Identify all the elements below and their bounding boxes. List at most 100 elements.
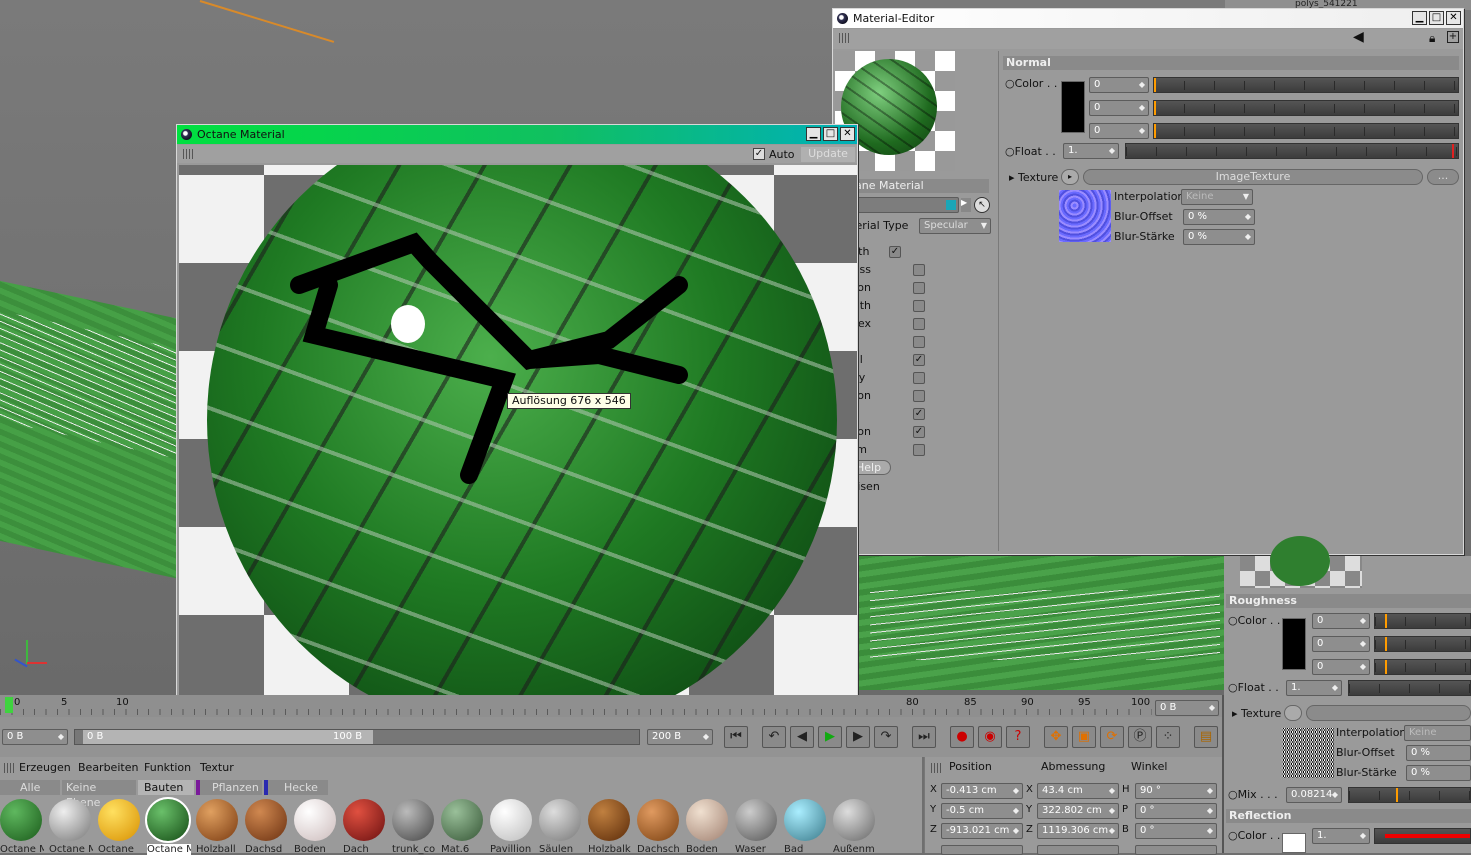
texture-menu-button[interactable]: ▸: [1061, 169, 1079, 185]
channel-checkbox[interactable]: [913, 318, 925, 330]
tab-hecke[interactable]: Hecke: [264, 780, 328, 795]
material-swatch[interactable]: [145, 797, 191, 843]
material-swatch[interactable]: [686, 799, 728, 841]
update-button[interactable]: Update: [801, 147, 855, 162]
material-swatch[interactable]: [490, 799, 532, 841]
channel-checkbox[interactable]: ✓: [913, 408, 925, 420]
octane-material-window[interactable]: Octane Material ▁ □ ✕ ✓ Auto Update Aufl…: [176, 124, 858, 714]
texture-menu-button[interactable]: [1284, 705, 1302, 721]
material-swatch[interactable]: [245, 799, 287, 841]
blur-strength-field[interactable]: 0 % ◆: [1183, 229, 1255, 245]
timeline[interactable]: 0 5 10 80 85 90 95 100 0 B ◆: [0, 695, 1224, 717]
color-g-slider[interactable]: [1374, 636, 1471, 652]
mix-field[interactable]: 0.08214 ◆: [1286, 787, 1342, 803]
auto-checkbox[interactable]: ✓: [753, 148, 765, 160]
color-b-slider[interactable]: [1153, 123, 1459, 139]
close-button[interactable]: ✕: [1446, 11, 1461, 25]
radio-icon[interactable]: ○: [1005, 145, 1015, 158]
tab-bauten[interactable]: Bauten: [138, 780, 194, 795]
menu-textur[interactable]: Textur: [200, 761, 234, 774]
position-field[interactable]: -0.413 cm ◆: [941, 783, 1023, 799]
radio-icon[interactable]: ○: [1005, 77, 1015, 90]
color-r-field[interactable]: 0 ◆: [1089, 77, 1149, 93]
current-frame-field[interactable]: 0 B ◆: [1155, 700, 1219, 716]
material-editor-window[interactable]: Material-Editor ▁ □ ✕ ◀ 🔒︎ + Octane Mate…: [823, 8, 1464, 555]
expand-triangle-icon[interactable]: ▸: [1232, 707, 1241, 720]
material-swatch[interactable]: [196, 799, 238, 841]
channel-checkbox[interactable]: [913, 372, 925, 384]
picker-arrow-icon[interactable]: ▶: [961, 198, 971, 212]
move-icon[interactable]: ✥: [1044, 726, 1068, 748]
float-slider[interactable]: [1348, 680, 1471, 696]
color-g-field[interactable]: 0 ◆: [1312, 636, 1370, 652]
material-swatch[interactable]: [637, 799, 679, 841]
material-swatch-label[interactable]: Außenm: [833, 844, 877, 855]
channel-checkbox[interactable]: [913, 264, 925, 276]
material-swatch-label[interactable]: Dachsch: [637, 844, 681, 855]
material-swatch-label[interactable]: Bad: [784, 844, 828, 855]
interpolation-select[interactable]: Keine: [1404, 725, 1471, 741]
material-editor-titlebar[interactable]: Material-Editor ▁ □ ✕: [833, 9, 1463, 28]
float-field[interactable]: 1. ◆: [1063, 143, 1119, 159]
step-forward-icon[interactable]: ▶: [846, 726, 870, 748]
channel-checkbox[interactable]: ✓: [889, 246, 901, 258]
material-swatch-label[interactable]: Holzball: [196, 844, 240, 855]
material-swatch-label[interactable]: Säulen: [539, 844, 583, 855]
radio-icon[interactable]: ○: [1228, 788, 1238, 801]
pick-cursor-icon[interactable]: ↖: [974, 197, 990, 213]
blur-offset-field[interactable]: 0 % ◆: [1183, 209, 1255, 225]
channel-checkbox[interactable]: ✓: [913, 354, 925, 366]
float-field[interactable]: 1. ◆: [1286, 680, 1342, 696]
next-key-icon[interactable]: ↷: [874, 726, 898, 748]
rotation-field[interactable]: 90 ° ◆: [1135, 783, 1217, 799]
reflection-color-slider[interactable]: [1374, 828, 1471, 844]
position-field[interactable]: -913.021 cm ◆: [941, 823, 1023, 839]
material-swatch[interactable]: [98, 799, 140, 841]
render-view[interactable]: Auflösung 676 x 546: [179, 165, 857, 712]
mix-slider[interactable]: [1348, 787, 1471, 803]
channel-checkbox[interactable]: [913, 300, 925, 312]
material-swatch[interactable]: [392, 799, 434, 841]
menu-funktion[interactable]: Funktion: [144, 761, 191, 774]
material-swatch-label[interactable]: Octane: [98, 844, 142, 855]
rotation-field[interactable]: 0 ° ◆: [1135, 823, 1217, 839]
previous-key-icon[interactable]: ↶: [762, 726, 786, 748]
material-swatch-label[interactable]: Boden: [686, 844, 730, 855]
material-swatch-label[interactable]: Dach: [343, 844, 387, 855]
material-swatch-label[interactable]: Pavillion: [490, 844, 534, 855]
material-swatch[interactable]: [539, 799, 581, 841]
interpolation-select[interactable]: Keine ▼: [1181, 189, 1253, 205]
material-swatch-label[interactable]: Mat.6: [441, 844, 485, 855]
reflection-color-swatch[interactable]: [1282, 833, 1306, 853]
material-swatch-label[interactable]: Waser: [735, 844, 779, 855]
material-swatch-label[interactable]: Octane M: [0, 844, 44, 855]
film-icon[interactable]: ▤: [1194, 726, 1218, 748]
color-r-field[interactable]: 0 ◆: [1312, 613, 1370, 629]
float-slider[interactable]: [1125, 143, 1459, 159]
material-swatch-label[interactable]: Boden: [294, 844, 338, 855]
texture-name-button[interactable]: [1306, 705, 1471, 721]
size-field[interactable]: 1119.306 cm ◆: [1037, 823, 1119, 839]
expand-triangle-icon[interactable]: ▸: [1009, 171, 1018, 184]
texture-more-button[interactable]: ...: [1427, 169, 1459, 185]
material-swatch-label[interactable]: Dachsd: [245, 844, 289, 855]
material-swatch[interactable]: [588, 799, 630, 841]
radio-icon[interactable]: ○: [1228, 829, 1238, 842]
material-swatch[interactable]: [735, 799, 777, 841]
material-swatch-label[interactable]: Octane M: [147, 844, 191, 855]
material-type-select[interactable]: Specular ▼: [919, 218, 991, 234]
material-swatch-label[interactable]: Octane M: [49, 844, 93, 855]
material-swatch[interactable]: [833, 799, 875, 841]
color-g-slider[interactable]: [1153, 100, 1459, 116]
start-frame-field[interactable]: 0 B ◆: [2, 729, 68, 745]
range-slider[interactable]: 0 B 100 B: [74, 729, 640, 745]
size-field[interactable]: 322.802 cm ◆: [1037, 803, 1119, 819]
material-swatch[interactable]: [49, 799, 91, 841]
menu-erzeugen[interactable]: Erzeugen: [19, 761, 71, 774]
texture-name-button[interactable]: ImageTexture: [1083, 169, 1423, 185]
channel-checkbox[interactable]: [913, 390, 925, 402]
tab-pflanzen[interactable]: Pflanzen: [196, 780, 262, 795]
auto-key-icon[interactable]: ◉: [978, 726, 1002, 748]
tab-alle[interactable]: Alle: [0, 780, 60, 795]
playhead[interactable]: [5, 697, 13, 713]
